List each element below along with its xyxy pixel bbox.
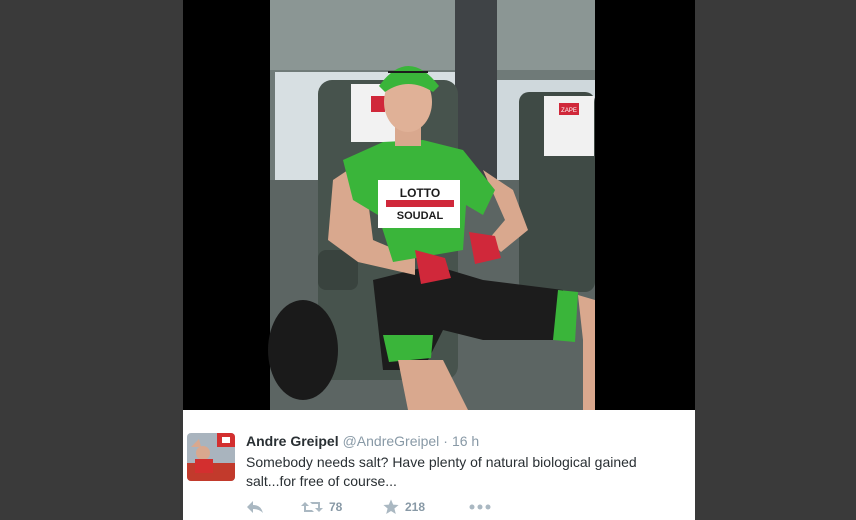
favorite-count: 218: [405, 500, 426, 514]
page: ZAPE LOTTO SOUDAL Andre Greipel @AndreGr…: [0, 0, 856, 520]
retweet-count: 78: [329, 500, 343, 514]
avatar[interactable]: [187, 433, 235, 481]
seat-tag-text: ZAPE: [561, 108, 577, 114]
reply-icon: [247, 501, 263, 513]
jersey-text-soudal: SOUDAL: [397, 210, 444, 222]
more-icon: [469, 504, 491, 510]
tweet-card: ZAPE LOTTO SOUDAL Andre Greipel @AndreGr…: [183, 0, 695, 520]
tweet-header: Andre Greipel @AndreGreipel · 16 h: [246, 432, 686, 450]
reply-button[interactable]: [246, 498, 264, 516]
tweet-timestamp[interactable]: 16 h: [452, 433, 479, 449]
separator-dot: ·: [443, 433, 448, 449]
retweet-icon: [301, 502, 323, 512]
more-button[interactable]: [469, 498, 491, 516]
tweet-text: Somebody needs salt? Have plenty of natu…: [246, 454, 637, 489]
author-handle[interactable]: @AndreGreipel: [343, 433, 440, 449]
tweet-photo[interactable]: ZAPE LOTTO SOUDAL: [183, 0, 695, 410]
favorite-button[interactable]: 218: [383, 498, 425, 516]
jersey-text-lotto: LOTTO: [400, 186, 440, 200]
photo-illustration: ZAPE LOTTO SOUDAL: [183, 0, 695, 410]
avatar-image: [187, 433, 235, 481]
author-name[interactable]: Andre Greipel: [246, 433, 339, 449]
star-icon: [383, 499, 399, 514]
tweet-body: Andre Greipel @AndreGreipel · 16 h Somebody…: [183, 410, 695, 520]
retweet-button[interactable]: 78: [301, 498, 342, 516]
